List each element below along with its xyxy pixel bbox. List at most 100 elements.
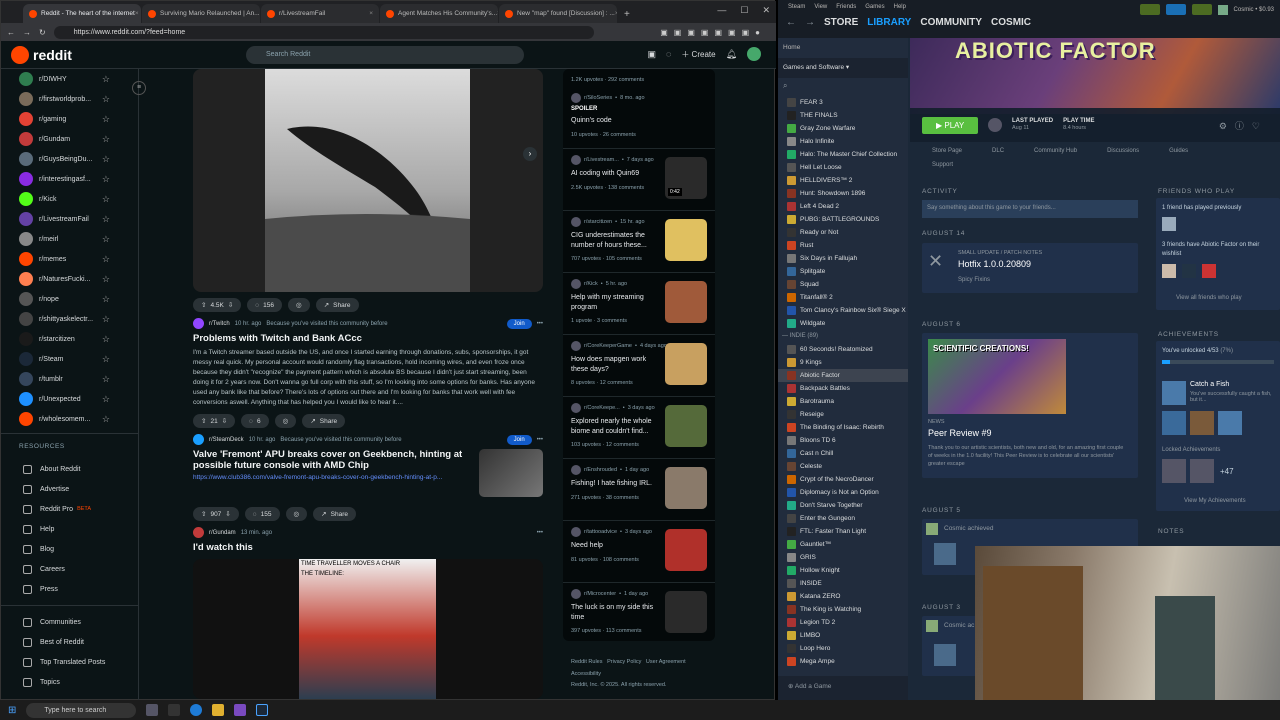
advertise-icon[interactable]: ▣	[647, 49, 656, 60]
sidebar-subreddit[interactable]: r/gaming ☆	[1, 109, 138, 129]
favorite-star-icon[interactable]: ☆	[102, 254, 110, 265]
subreddit-name[interactable]: r/CoreKeepe...	[584, 405, 620, 411]
subreddit-name[interactable]: r/SteamDeck	[209, 437, 244, 443]
library-game[interactable]: FTL: Faster Than Light	[778, 525, 908, 538]
close-icon[interactable]: ×	[615, 10, 617, 17]
library-game[interactable]: Don't Starve Together	[778, 499, 908, 512]
award-button[interactable]: ◎	[274, 414, 297, 428]
sidebar-subreddit[interactable]: r/tumblr ☆	[1, 369, 138, 389]
file-explorer-icon[interactable]	[212, 704, 225, 716]
taskbar-search[interactable]: Type here to search	[26, 702, 137, 718]
activity-input[interactable]: Say something about this game to your fr…	[922, 200, 1138, 218]
add-game-button[interactable]: ⊕ Add a Game	[778, 676, 908, 700]
post-body[interactable]: I'm a Twitch streamer based outside the …	[193, 348, 543, 408]
menu-toggle-icon[interactable]: ≡	[132, 81, 146, 95]
comments-button[interactable]: ◌ 155	[244, 507, 280, 521]
favorite-star-icon[interactable]: ☆	[102, 314, 110, 325]
sidebar-subreddit[interactable]: r/wholesomem... ☆	[1, 409, 138, 429]
library-game[interactable]: Enter the Gungeon	[778, 512, 908, 525]
menu-view[interactable]: View	[814, 4, 827, 10]
subreddit-name[interactable]: r/Gundam	[209, 530, 236, 536]
tab-livestreamfail[interactable]: r/LivestreamFail ×	[261, 4, 379, 23]
community-hub-link[interactable]: Community Hub	[1034, 148, 1077, 154]
locked-achievement-icon[interactable]	[1162, 459, 1186, 483]
menu-friends[interactable]: Friends	[836, 4, 856, 10]
award-button[interactable]: ◎	[285, 507, 308, 521]
reload-icon[interactable]: ↻	[39, 28, 46, 37]
library-game[interactable]: GRIS	[778, 551, 908, 564]
achievement-icon[interactable]	[1190, 411, 1214, 435]
favorite-star-icon[interactable]: ☆	[102, 294, 110, 305]
reddit-logo[interactable]: reddit	[11, 45, 72, 64]
store-page-link[interactable]: Store Page	[932, 148, 962, 154]
favorite-star-icon[interactable]: ☆	[102, 394, 110, 405]
app-icon[interactable]	[234, 704, 247, 716]
library-game[interactable]: Six Days in Fallujah	[778, 252, 908, 265]
search-input[interactable]: Search Reddit	[246, 46, 524, 64]
more-options-icon[interactable]: •••	[537, 437, 543, 443]
library-game[interactable]: 60 Seconds! Reatomized	[778, 343, 908, 356]
next-image-icon[interactable]: ›	[523, 147, 537, 161]
friend-avatar[interactable]	[1182, 264, 1196, 278]
support-link[interactable]: Support	[932, 162, 953, 168]
tab-surviving-mario[interactable]: Surviving Mario Relaunched | An...×	[142, 4, 260, 23]
tab-library[interactable]: LIBRARY	[867, 17, 911, 28]
library-game[interactable]: Gray Zone Warfare	[778, 122, 908, 135]
library-game[interactable]: Barotrauma	[778, 395, 908, 408]
avatar[interactable]	[747, 47, 761, 61]
resource-link[interactable]: Press	[1, 579, 138, 599]
footer-link[interactable]: Accessibility	[571, 671, 601, 677]
link-thumbnail[interactable]	[479, 449, 543, 497]
maximize-icon[interactable]: ☐	[740, 5, 748, 16]
vote-pill[interactable]: ⇧ 21 ⇩	[193, 414, 236, 428]
friend-avatar[interactable]	[1202, 264, 1216, 278]
achievement-icon[interactable]	[1162, 381, 1186, 405]
favorite-star-icon[interactable]: ☆	[102, 234, 110, 245]
url-input[interactable]: https://www.reddit.com/?feed=home	[53, 25, 594, 39]
sidebar-subreddit[interactable]: r/LivestreamFail ☆	[1, 209, 138, 229]
view-achievements-link[interactable]: View My Achievements	[1184, 498, 1246, 504]
view-friends-link[interactable]: View all friends who play	[1176, 295, 1242, 301]
favorite-star-icon[interactable]: ☆	[102, 114, 110, 125]
library-game[interactable]: Cast n Chill	[778, 447, 908, 460]
chat-icon[interactable]: ◌	[666, 49, 671, 59]
library-game[interactable]: Splitgate	[778, 265, 908, 278]
tab-new-map[interactable]: New "map" found [Discussion] : ... ×	[499, 4, 617, 23]
resource-link[interactable]: Reddit Pro BETA	[1, 499, 138, 519]
join-button[interactable]: Join	[506, 318, 532, 329]
library-game[interactable]: Hell Let Loose	[778, 161, 908, 174]
library-game[interactable]: THE FINALS	[778, 109, 908, 122]
dlc-link[interactable]: DLC	[992, 148, 1004, 154]
resource-link[interactable]: About Reddit	[1, 459, 138, 479]
post-title[interactable]: Valve 'Fremont' APU breaks cover on Geek…	[193, 449, 471, 471]
back-icon[interactable]: ←	[786, 17, 796, 28]
resources-header[interactable]: RESOURCES	[1, 433, 138, 459]
windows-start-icon[interactable]: ⊞	[8, 705, 16, 716]
library-game[interactable]: Rust	[778, 239, 908, 252]
library-game[interactable]: INSIDE	[778, 577, 908, 590]
recent-post[interactable]: r/Enshrouded • 1 day ago Fishing! I hate fi…	[563, 459, 715, 521]
play-button[interactable]: ▶ PLAY	[922, 116, 978, 134]
sidebar-subreddit[interactable]: r/firstworldprob... ☆	[1, 89, 138, 109]
comments-button[interactable]: ◌ 156	[247, 298, 283, 312]
forward-icon[interactable]: →	[805, 17, 815, 28]
footer-nav-link[interactable]: Topics	[1, 672, 138, 692]
award-button[interactable]: ◎	[288, 298, 310, 312]
post-link[interactable]: https://www.club386.com/valve-fremont-ap…	[193, 474, 471, 481]
library-home[interactable]: Home	[778, 38, 908, 58]
library-game[interactable]: The Binding of Isaac: Rebirth	[778, 421, 908, 434]
post-title[interactable]: Problems with Twitch and Bank ACcc	[193, 333, 543, 344]
footer-nav-link[interactable]: Top Translated Posts	[1, 652, 138, 672]
sidebar-subreddit[interactable]: r/starcitizen ☆	[1, 329, 138, 349]
tab-profile[interactable]: COSMIC	[991, 17, 1031, 28]
achievement-icon[interactable]	[1162, 411, 1186, 435]
more-options-icon[interactable]: •••	[537, 321, 543, 327]
recent-post[interactable]: r/Microcenter • 1 day ago The luck is on my…	[563, 583, 715, 641]
library-game[interactable]: Bloons TD 6	[778, 434, 908, 447]
search-icon[interactable]: ⌕	[778, 78, 908, 96]
steam-taskbar-icon[interactable]	[256, 704, 269, 716]
library-game[interactable]: Hunt: Showdown 1896	[778, 187, 908, 200]
broadcast-icon[interactable]	[1165, 4, 1186, 15]
friend-avatar[interactable]	[1162, 217, 1176, 231]
sidebar-subreddit[interactable]: r/Kick ☆	[1, 189, 138, 209]
